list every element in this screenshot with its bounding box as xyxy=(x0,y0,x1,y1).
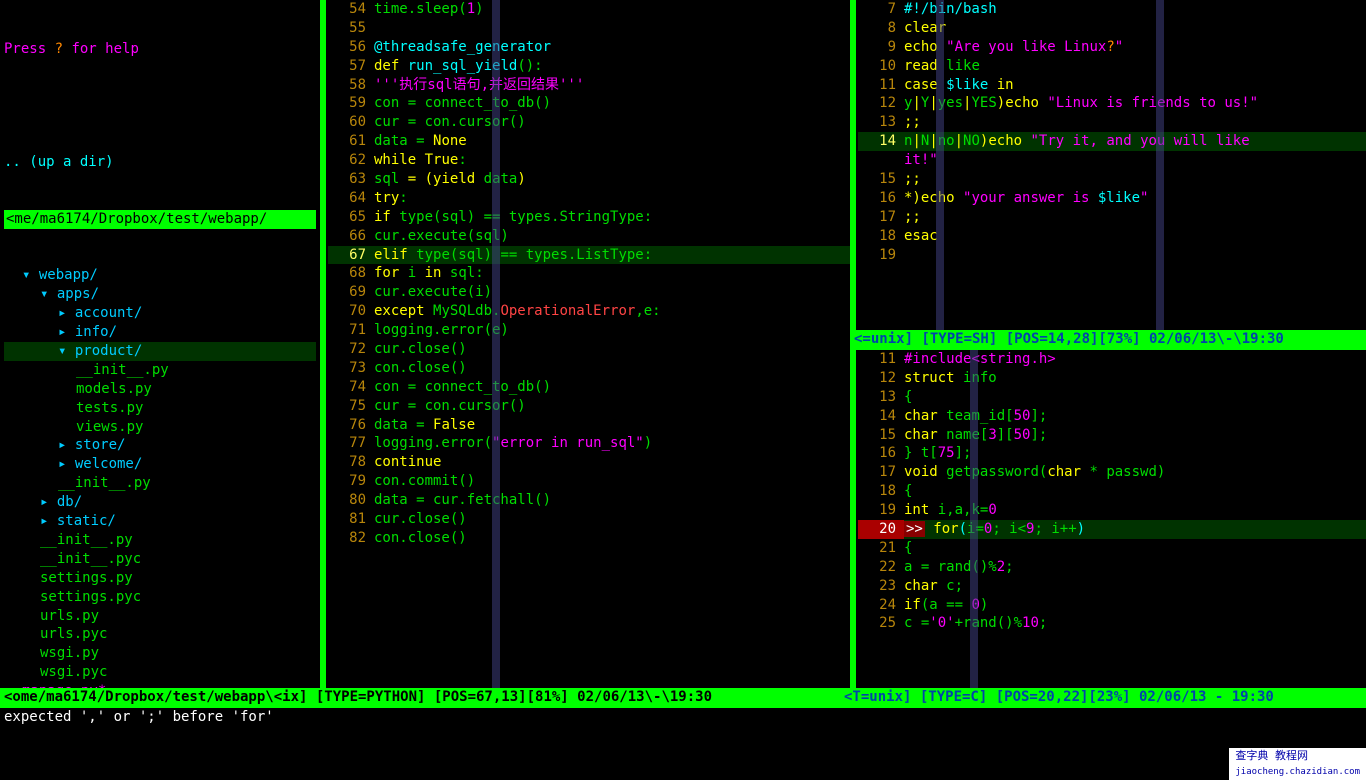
tree-item[interactable]: wsgi.pyc xyxy=(4,663,316,682)
code-line[interactable]: 8clear xyxy=(858,19,1366,38)
code-line[interactable]: 55 xyxy=(328,19,850,38)
tree-item[interactable]: settings.py xyxy=(4,569,316,588)
code-line[interactable]: 14 n|N|no|NO)echo "Try it, and you will … xyxy=(858,132,1366,151)
code-line[interactable]: 65 if type(sql) == types.StringType: xyxy=(328,208,850,227)
file-tree-pane[interactable]: Press ? for help .. (up a dir) <me/ma617… xyxy=(0,0,320,688)
code-line[interactable]: 74 con = connect_to_db() xyxy=(328,378,850,397)
tree-item[interactable]: __init__.py xyxy=(4,474,316,493)
code-line[interactable]: 13 ;; xyxy=(858,113,1366,132)
tree-item[interactable]: wsgi.py xyxy=(4,644,316,663)
code-line[interactable]: 7#!/bin/bash xyxy=(858,0,1366,19)
up-dir[interactable]: .. (up a dir) xyxy=(4,153,316,172)
tree-item[interactable]: manage.py* xyxy=(4,682,316,688)
shell-status-bar: <=unix] [TYPE=SH] [POS=14,28][73%] 02/06… xyxy=(850,330,1366,350)
help-rest: for help xyxy=(63,41,139,57)
code-line[interactable]: 23 char c; xyxy=(858,577,1366,596)
tree-item[interactable]: models.py xyxy=(4,380,316,399)
code-line[interactable]: 19 int i,a,k=0 xyxy=(858,501,1366,520)
code-line[interactable]: 18{ xyxy=(858,482,1366,501)
code-line[interactable]: 15 ;; xyxy=(858,170,1366,189)
tree-item[interactable]: ▾ product/ xyxy=(4,342,316,361)
tree-item[interactable]: __init__.pyc xyxy=(4,550,316,569)
tree-item[interactable]: __init__.py xyxy=(4,531,316,550)
code-line[interactable]: 15 char name[3][50]; xyxy=(858,426,1366,445)
error-message: expected ',' or ';' before 'for' xyxy=(0,708,1366,728)
tree-item[interactable]: ▸ db/ xyxy=(4,493,316,512)
code-line[interactable]: 79 con.commit() xyxy=(328,472,850,491)
code-line[interactable]: 10read like xyxy=(858,57,1366,76)
code-line[interactable]: 20>> for(i=0; i<9; i++) xyxy=(858,520,1366,539)
tree-item[interactable]: settings.pyc xyxy=(4,588,316,607)
code-line[interactable]: 17void getpassword(char * passwd) xyxy=(858,463,1366,482)
code-line[interactable]: 64 try: xyxy=(328,189,850,208)
tree-item[interactable]: tests.py xyxy=(4,399,316,418)
code-line[interactable]: 13{ xyxy=(858,388,1366,407)
code-line[interactable]: 12struct info xyxy=(858,369,1366,388)
code-line[interactable]: 18esac xyxy=(858,227,1366,246)
python-editor-pane[interactable]: 54 time.sleep(1)5556@threadsafe_generato… xyxy=(320,0,850,688)
tree-item[interactable]: urls.pyc xyxy=(4,625,316,644)
code-line[interactable]: 60 cur = con.cursor() xyxy=(328,113,850,132)
c-editor-pane[interactable]: 11#include<string.h>12struct info13{14 c… xyxy=(850,350,1366,688)
code-line[interactable]: 69 cur.execute(i) xyxy=(328,283,850,302)
code-line[interactable]: 61 data = None xyxy=(328,132,850,151)
code-line[interactable]: 16 *)echo "your answer is $like" xyxy=(858,189,1366,208)
code-line[interactable]: 14 char team_id[50]; xyxy=(858,407,1366,426)
code-line[interactable]: 24 if(a == 0) xyxy=(858,596,1366,615)
code-line[interactable]: 82 con.close() xyxy=(328,529,850,548)
code-line[interactable]: 58 '''执行sql语句,并返回结果''' xyxy=(328,76,850,95)
code-line[interactable]: 77 logging.error("error in run_sql") xyxy=(328,434,850,453)
main-status-bar: <ome/ma6174/Dropbox/test/webapp\<ix] [TY… xyxy=(0,688,1366,708)
code-line[interactable]: it!" xyxy=(858,151,1366,170)
help-key: ? xyxy=(55,41,63,57)
code-line[interactable]: 78 continue xyxy=(328,453,850,472)
code-line[interactable]: 56@threadsafe_generator xyxy=(328,38,850,57)
code-line[interactable]: 71 logging.error(e) xyxy=(328,321,850,340)
code-line[interactable]: 21 { xyxy=(858,539,1366,558)
tree-item[interactable]: ▸ info/ xyxy=(4,323,316,342)
code-line[interactable]: 76 data = False xyxy=(328,416,850,435)
tree-item[interactable]: urls.py xyxy=(4,607,316,626)
tree-item[interactable]: ▾ webapp/ xyxy=(4,266,316,285)
code-line[interactable]: 17 ;; xyxy=(858,208,1366,227)
tree-item[interactable]: views.py xyxy=(4,418,316,437)
code-line[interactable]: 11#include<string.h> xyxy=(858,350,1366,369)
code-line[interactable]: 57def run_sql_yield(): xyxy=(328,57,850,76)
shell-editor-pane[interactable]: 7#!/bin/bash8clear9echo "Are you like Li… xyxy=(850,0,1366,330)
code-line[interactable]: 9echo "Are you like Linux?" xyxy=(858,38,1366,57)
watermark: 查字典 教程网jiaocheng.chazidian.com xyxy=(1229,748,1366,780)
code-line[interactable]: 68 for i in sql: xyxy=(328,264,850,283)
code-line[interactable]: 19 xyxy=(858,246,1366,265)
help-press: Press xyxy=(4,41,55,57)
code-line[interactable]: 16} t[75]; xyxy=(858,444,1366,463)
code-line[interactable]: 73 con.close() xyxy=(328,359,850,378)
tree-item[interactable]: ▸ static/ xyxy=(4,512,316,531)
tree-item[interactable]: ▸ store/ xyxy=(4,436,316,455)
code-line[interactable]: 66 cur.execute(sql) xyxy=(328,227,850,246)
code-line[interactable]: 11case $like in xyxy=(858,76,1366,95)
tree-item[interactable]: ▸ account/ xyxy=(4,304,316,323)
tree-item[interactable]: __init__.py xyxy=(4,361,316,380)
code-line[interactable]: 22 a = rand()%2; xyxy=(858,558,1366,577)
code-line[interactable]: 67 elif type(sql) == types.ListType: xyxy=(328,246,850,265)
code-line[interactable]: 54 time.sleep(1) xyxy=(328,0,850,19)
tree-item[interactable]: ▾ apps/ xyxy=(4,285,316,304)
code-line[interactable]: 75 cur = con.cursor() xyxy=(328,397,850,416)
code-line[interactable]: 70 except MySQLdb.OperationalError,e: xyxy=(328,302,850,321)
code-line[interactable]: 72 cur.close() xyxy=(328,340,850,359)
code-line[interactable]: 80 data = cur.fetchall() xyxy=(328,491,850,510)
code-line[interactable]: 59 con = connect_to_db() xyxy=(328,94,850,113)
tree-path: <me/ma6174/Dropbox/test/webapp/ xyxy=(4,210,316,229)
code-line[interactable]: 12 y|Y|yes|YES)echo "Linux is friends to… xyxy=(858,94,1366,113)
code-line[interactable]: 63 sql = (yield data) xyxy=(328,170,850,189)
code-line[interactable]: 25 c ='0'+rand()%10; xyxy=(858,614,1366,633)
code-line[interactable]: 81 cur.close() xyxy=(328,510,850,529)
tree-item[interactable]: ▸ welcome/ xyxy=(4,455,316,474)
code-line[interactable]: 62 while True: xyxy=(328,151,850,170)
